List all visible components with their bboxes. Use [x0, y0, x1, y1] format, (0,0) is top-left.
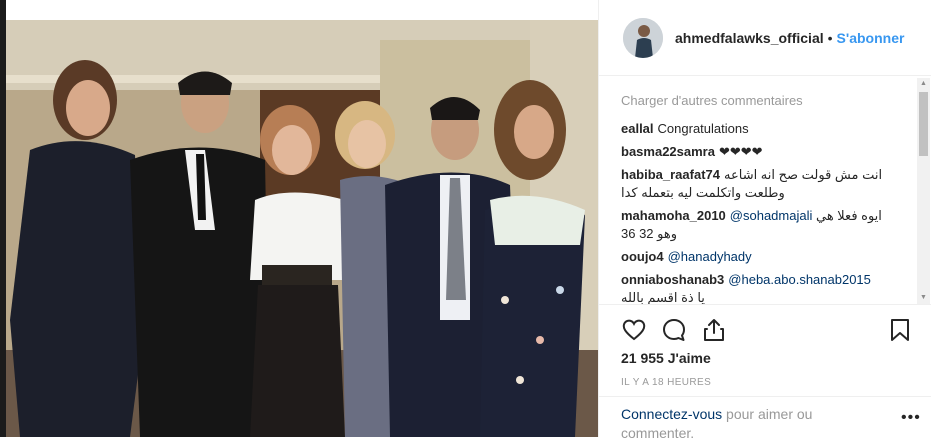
comment-username[interactable]: habiba_raafat74 [621, 167, 720, 182]
scroll-down-arrow-icon[interactable]: ▼ [917, 292, 930, 304]
login-prompt: Connectez-vous pour aimer ou commenter. [621, 405, 851, 443]
comment-item: habiba_raafat74 انت مش قولت صح انه اشاعه … [621, 166, 911, 202]
comment-icon[interactable] [661, 317, 687, 343]
bookmark-icon[interactable] [887, 317, 913, 343]
post-header: ahmedfalawks_official • S'abonner [599, 0, 931, 76]
instagram-post: ahmedfalawks_official • S'abonner Charger … [0, 0, 931, 441]
comment-item: ooujo4 @hanadyhady [621, 248, 911, 266]
comment-item: mahamoha_2010 @sohadmajali ايوه فعلا هي 3… [621, 207, 911, 243]
group-photo-image [0, 20, 598, 437]
separator-dot: • [827, 30, 833, 46]
comment-username[interactable]: eallal [621, 121, 654, 136]
post-timestamp[interactable]: IL Y A 18 HEURES [621, 377, 711, 388]
likes-count[interactable]: 21 955 J'aime [621, 350, 711, 366]
comment-item: onniaboshanab3 @heba.abo.shanab2015 يا ذة… [621, 271, 911, 304]
left-edge [0, 0, 6, 437]
scroll-up-arrow-icon[interactable]: ▲ [917, 78, 930, 90]
comment-username[interactable]: mahamoha_2010 [621, 208, 726, 223]
follow-button[interactable]: S'abonner [837, 30, 905, 46]
heart-icon[interactable] [621, 317, 647, 343]
comment-mention-link[interactable]: @sohadmajali [730, 208, 813, 223]
comment-username[interactable]: ooujo4 [621, 249, 664, 264]
comments-scrollbar[interactable]: ▲ ▼ [917, 78, 930, 304]
comment-text: Congratulations [657, 121, 749, 136]
comment-username[interactable]: basma22samra [621, 144, 715, 159]
share-icon[interactable] [701, 317, 727, 343]
scrollbar-thumb[interactable] [919, 92, 928, 156]
comment-text-line2: وطلعت واتكلمت ليه بتعمله كدا [621, 185, 785, 200]
comment-text: ايوه فعلا هي [815, 208, 882, 223]
post-photo[interactable] [0, 20, 598, 437]
comment-text: انت مش قولت صح انه اشاعه [724, 167, 883, 182]
comments-list: Charger d'autres commentaires eallal Cong… [621, 88, 911, 304]
comment-mention-link[interactable]: @hanadyhady [668, 249, 752, 264]
more-options-icon[interactable]: ••• [901, 409, 921, 427]
avatar[interactable] [623, 18, 663, 58]
comment-mention-link[interactable]: @heba.abo.shanab2015 [728, 272, 871, 287]
post-side-panel: ahmedfalawks_official • S'abonner Charger … [598, 0, 931, 441]
load-more-comments-button[interactable]: Charger d'autres commentaires [621, 92, 911, 110]
comment-item: eallal Congratulations [621, 120, 911, 138]
comment-text: يا ذة اقسم بالله [621, 290, 705, 304]
username-link[interactable]: ahmedfalawks_official [675, 30, 824, 46]
header-text: ahmedfalawks_official • S'abonner [675, 30, 904, 46]
post-footer: Connectez-vous pour aimer ou commenter. … [599, 396, 931, 441]
comment-username[interactable]: onniaboshanab3 [621, 272, 724, 287]
comment-text: ❤❤❤❤ [718, 144, 763, 159]
login-link[interactable]: Connectez-vous [621, 406, 722, 422]
post-actions: 21 955 J'aime IL Y A 18 HEURES [599, 304, 931, 396]
comment-text-line2: 36 وهو 32 [621, 226, 678, 241]
avatar-image [623, 18, 663, 58]
comment-item: basma22samra ❤❤❤❤ [621, 143, 911, 161]
